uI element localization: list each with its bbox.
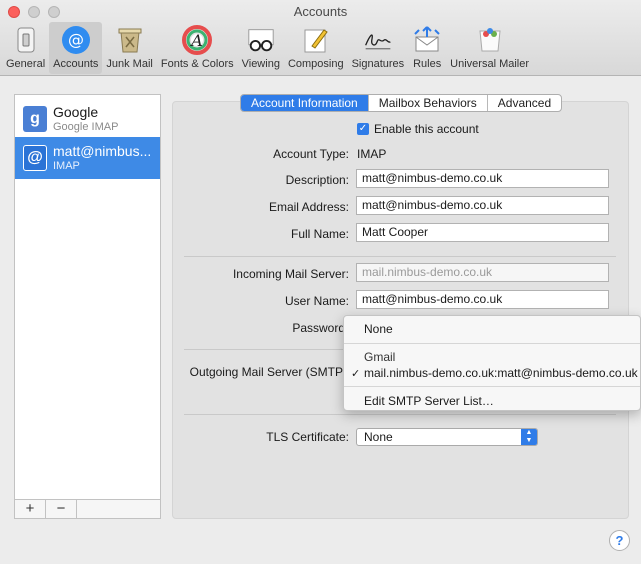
account-name: matt@nimbus... (53, 143, 152, 159)
description-label: Description: (285, 173, 349, 187)
smtp-server-menu: None Gmail ✓ mail.nimbus-demo.co.uk:matt… (343, 315, 641, 411)
user-name-field[interactable]: matt@nimbus-demo.co.uk (356, 290, 609, 309)
window-title: Accounts (293, 4, 348, 19)
toolbar-accounts[interactable]: @ Accounts (49, 22, 103, 74)
tab-mailbox-behaviors[interactable]: Mailbox Behaviors (369, 95, 488, 111)
help-button[interactable]: ? (609, 530, 630, 551)
toolbar-junk-mail[interactable]: Junk Mail (102, 22, 156, 74)
svg-text:A: A (189, 31, 203, 50)
toolbar-general[interactable]: General (2, 22, 49, 74)
at-account-icon: @ (23, 145, 47, 171)
incoming-server-label: Incoming Mail Server: (232, 267, 349, 281)
at-sign-icon: @ (61, 25, 91, 55)
toolbar-fonts-colors[interactable]: A Fonts & Colors (157, 22, 238, 74)
pencil-icon (301, 25, 331, 55)
account-row-google[interactable]: g Google Google IMAP (15, 98, 160, 140)
account-type-label: Account Type: (273, 147, 349, 161)
full-name-field[interactable]: Matt Cooper (356, 223, 609, 242)
google-account-icon: g (23, 106, 47, 132)
tls-certificate-popup[interactable]: None ▲ ▼ (356, 428, 538, 446)
universal-mailer-icon (475, 25, 505, 55)
trash-icon (115, 25, 145, 55)
password-label: Password (292, 321, 345, 335)
incoming-server-field[interactable]: mail.nimbus-demo.co.uk (356, 263, 609, 282)
signature-icon (363, 25, 393, 55)
toolbar-rules[interactable]: Rules (408, 22, 446, 74)
section-divider (184, 256, 616, 257)
toolbar-composing[interactable]: Composing (284, 22, 348, 74)
window-titlebar: Accounts General @ Accounts Junk Mail A … (0, 0, 641, 76)
svg-text:@: @ (68, 30, 84, 49)
toolbar-viewing[interactable]: Viewing (238, 22, 284, 74)
toolbar-signatures[interactable]: Signatures (348, 22, 409, 74)
account-detail-panel (172, 101, 629, 519)
user-name-label: User Name: (284, 294, 349, 308)
account-name: Google (53, 104, 99, 120)
general-switch-icon (11, 25, 41, 55)
description-field[interactable]: matt@nimbus-demo.co.uk (356, 169, 609, 188)
menu-separator (344, 343, 640, 344)
font-icon: A (182, 25, 213, 55)
tls-certificate-value: None (364, 430, 393, 444)
tab-advanced[interactable]: Advanced (488, 95, 561, 111)
account-tabs: Account Information Mailbox Behaviors Ad… (240, 94, 563, 112)
checkmark-icon: ✓ (351, 368, 361, 380)
edit-smtp-server-list-item[interactable]: Edit SMTP Server List… (364, 394, 494, 408)
remove-account-button[interactable]: − (46, 500, 77, 518)
full-name-label: Full Name: (290, 227, 349, 241)
rules-icon (412, 25, 442, 55)
smtp-menu-group-gmail: Gmail (364, 350, 396, 364)
account-type: Google IMAP (53, 121, 119, 133)
section-divider (184, 349, 344, 350)
email-address-field[interactable]: matt@nimbus-demo.co.uk (356, 196, 609, 215)
glasses-icon (246, 25, 276, 55)
popup-arrows-icon: ▲ ▼ (521, 429, 537, 445)
toolbar-universal-mailer[interactable]: Universal Mailer (446, 22, 533, 74)
preferences-toolbar: General @ Accounts Junk Mail A Fonts & C… (2, 22, 533, 74)
smtp-server-label: Outgoing Mail Server (SMTP (189, 365, 343, 379)
account-row-matt[interactable]: @ matt@nimbus... IMAP (15, 137, 160, 179)
tls-certificate-label: TLS Certificate: (266, 430, 349, 444)
enable-account-label: Enable this account (374, 122, 479, 136)
accounts-list: g Google Google IMAP @ matt@nimbus... IM… (14, 94, 161, 519)
accounts-list-footer: + − (15, 499, 160, 518)
section-divider (184, 414, 616, 415)
add-account-button[interactable]: + (15, 500, 46, 518)
enable-account-checkbox[interactable]: ✓ (357, 123, 369, 135)
account-type-value: IMAP (357, 147, 387, 161)
menu-separator (344, 386, 640, 387)
email-address-label: Email Address: (268, 200, 349, 214)
account-type: IMAP (53, 160, 80, 172)
tab-account-information[interactable]: Account Information (241, 95, 369, 111)
smtp-menu-item-selected[interactable]: mail.nimbus-demo.co.uk:matt@nimbus-demo.… (364, 366, 638, 380)
smtp-menu-item-none[interactable]: None (364, 322, 393, 336)
